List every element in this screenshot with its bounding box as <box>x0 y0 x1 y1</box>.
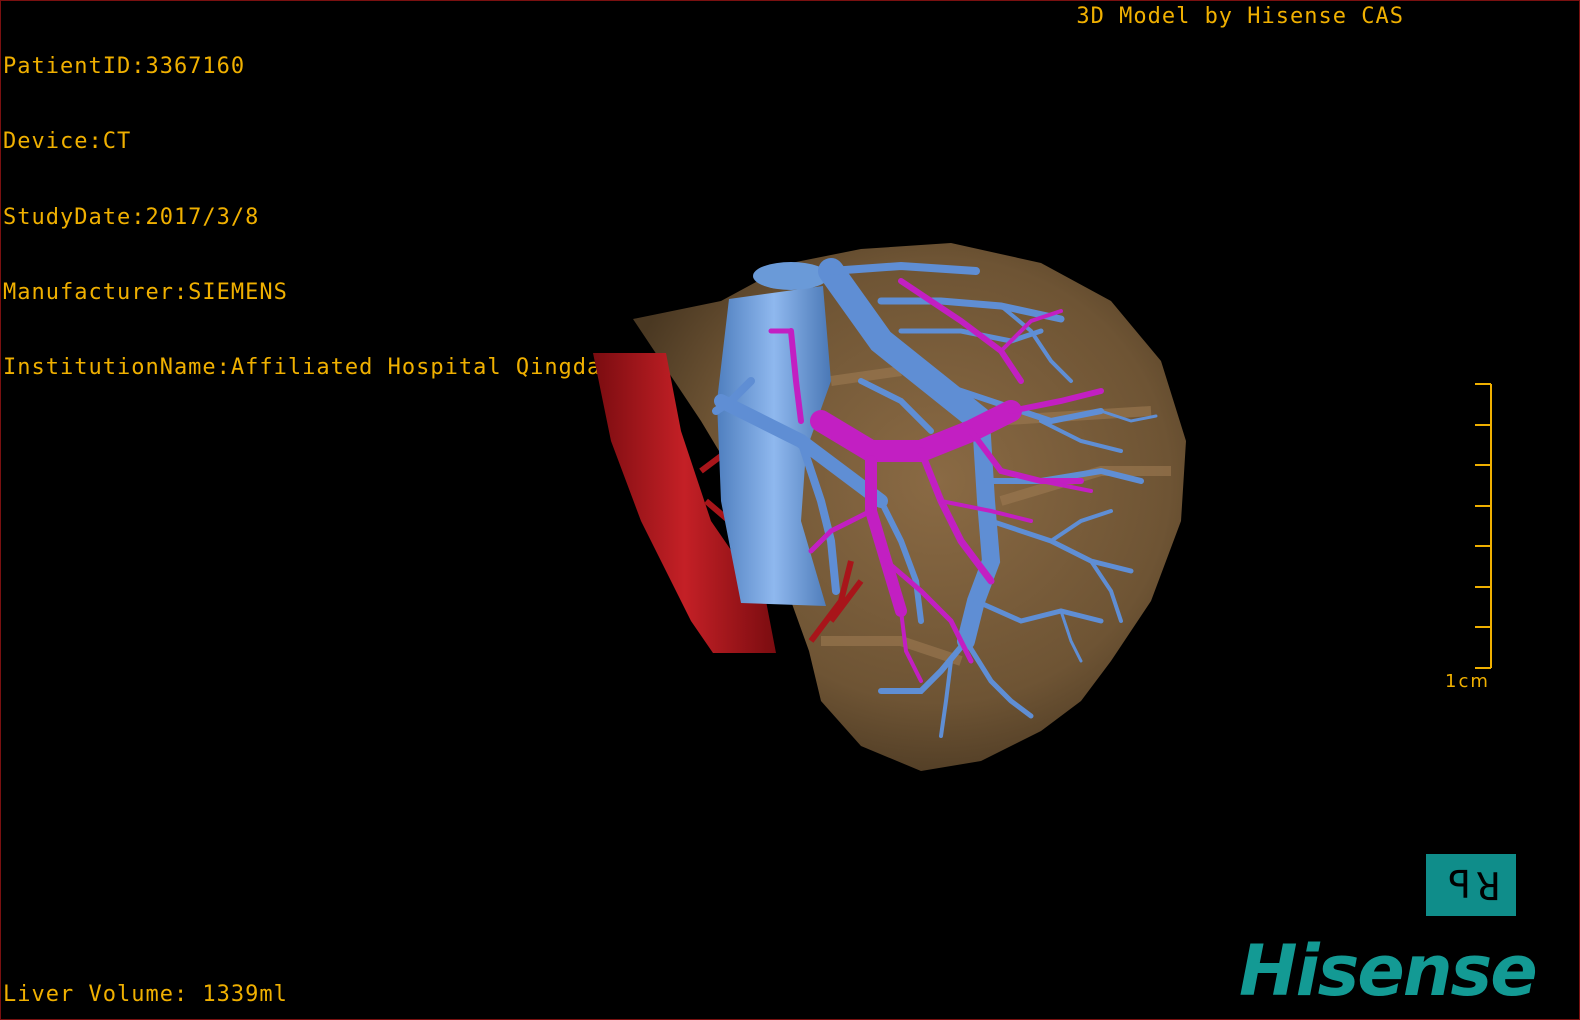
scale-bar-label: 1cm <box>1445 671 1490 692</box>
orientation-letter-r: R <box>1471 863 1500 907</box>
scale-bar <box>1475 383 1492 669</box>
liver-3d-model[interactable] <box>1 1 1579 1019</box>
ivc-top <box>753 262 829 290</box>
orientation-cube[interactable]: PR <box>1426 854 1516 916</box>
hisense-logo: Hisense <box>1239 930 1538 1012</box>
liver-volume-text: Liver Volume: 1339ml <box>3 982 288 1007</box>
orientation-letter-p: P <box>1442 863 1471 907</box>
3d-viewport[interactable]: PatientID:3367160 Device:CT StudyDate:20… <box>0 0 1580 1020</box>
